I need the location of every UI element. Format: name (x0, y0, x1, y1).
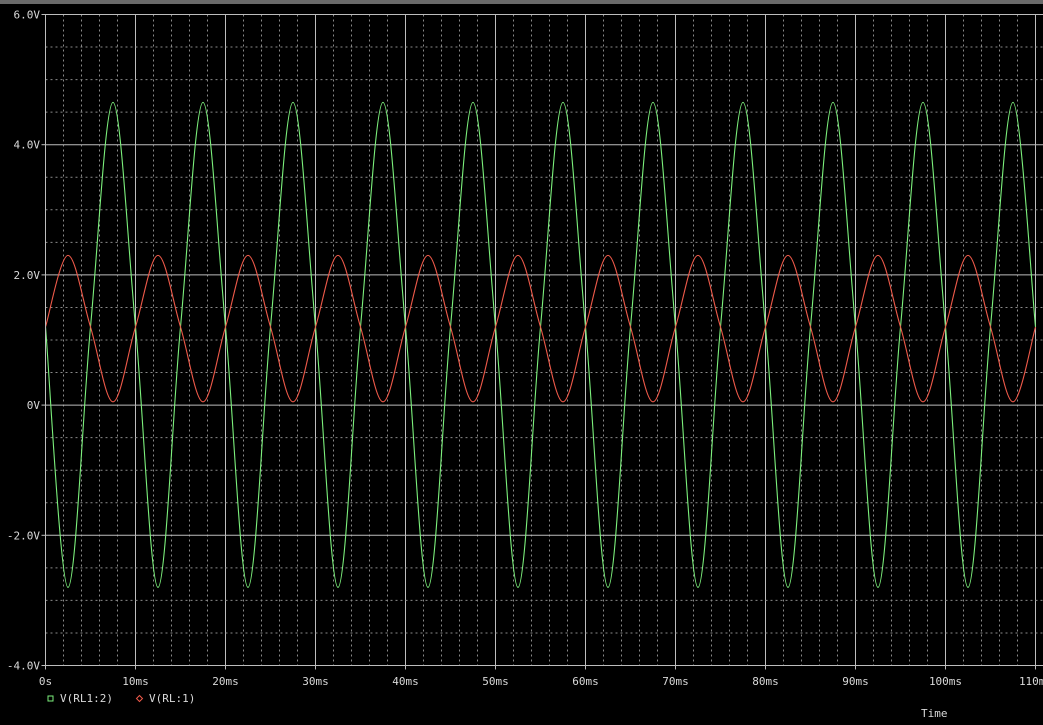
x-tick-label: 10ms (122, 675, 149, 688)
y-tick-label: 0V (27, 399, 41, 412)
y-tick-label: 4.0V (14, 139, 41, 152)
x-tick-label: 80ms (752, 675, 779, 688)
y-tick-label: -4.0V (7, 660, 40, 673)
x-axis-label: Time (921, 707, 948, 720)
x-tick-label: 90ms (842, 675, 869, 688)
x-tick-label: 20ms (212, 675, 239, 688)
plot-background (0, 0, 1043, 725)
top-border (0, 0, 1043, 4)
y-tick-label: 6.0V (14, 9, 41, 22)
legend-label-series-1: V(RL1:2) (60, 692, 113, 705)
y-tick-label: -2.0V (7, 529, 40, 542)
x-tick-label: 60ms (572, 675, 599, 688)
x-tick-label: 110ms (1019, 675, 1043, 688)
legend-label-series-2: V(RL:1) (149, 692, 195, 705)
y-tick-label: 2.0V (14, 269, 41, 282)
waveform-chart: 6.0V 4.0V 2.0V 0V -2.0V -4.0V 0s 10ms 20ms 30ms 4… (0, 0, 1043, 725)
x-tick-label: 70ms (662, 675, 689, 688)
x-tick-label: 40ms (392, 675, 419, 688)
x-tick-label: 100ms (929, 675, 962, 688)
x-tick-label: 50ms (482, 675, 509, 688)
x-tick-label: 30ms (302, 675, 329, 688)
x-tick-label: 0s (39, 675, 52, 688)
